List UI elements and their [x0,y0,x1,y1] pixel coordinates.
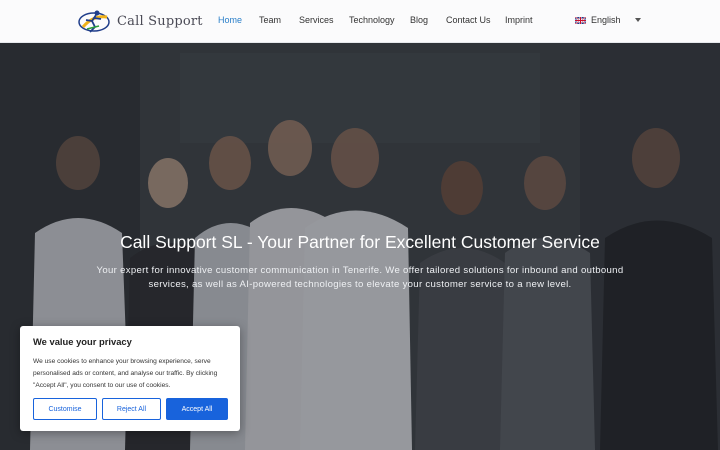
nav-item-contact[interactable]: Contact Us [446,15,491,25]
cookie-consent-banner: We value your privacy We use cookies to … [20,326,240,431]
chevron-down-icon [634,18,641,22]
hero-subtitle: Your expert for innovative customer comm… [96,265,624,290]
hero-title: Call Support SL - Your Partner for Excel… [120,232,600,252]
nav-item-home[interactable]: Home [218,15,242,25]
nav-item-services[interactable]: Services [299,15,334,25]
nav-item-team[interactable]: Team [259,15,281,25]
language-label: English [591,15,621,25]
nav-item-technology[interactable]: Technology [349,15,395,25]
uk-flag-icon [575,16,586,24]
cookie-title: We value your privacy [33,336,132,347]
nav-item-blog[interactable]: Blog [410,15,428,25]
language-selector[interactable]: English [575,15,641,25]
reject-all-button[interactable]: Reject All [102,398,161,420]
cookie-description: We use cookies to enhance your browsing … [33,358,218,389]
site-header: Call Support Home Team Services Technolo… [0,0,720,43]
accept-all-button[interactable]: Accept All [166,398,228,420]
customise-button[interactable]: Customise [33,398,97,420]
cookie-buttons: Customise Reject All Accept All [33,398,228,420]
nav-item-imprint[interactable]: Imprint [505,15,533,25]
